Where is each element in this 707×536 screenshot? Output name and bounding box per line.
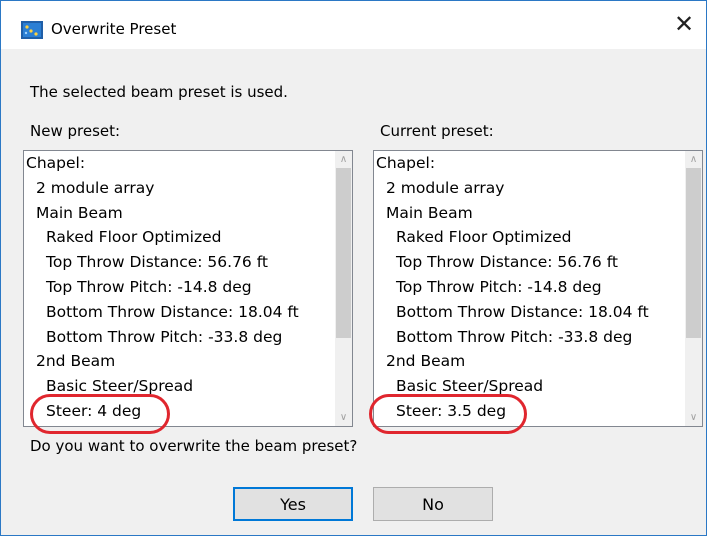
list-item: 2 module array <box>386 178 505 197</box>
scroll-down-icon[interactable]: ∨ <box>335 409 352 426</box>
scroll-up-icon[interactable]: ∧ <box>335 151 352 168</box>
list-item: Top Throw Distance: 56.76 ft <box>396 253 618 272</box>
list-item: Bottom Throw Pitch: -33.8 deg <box>396 327 633 346</box>
scroll-up-icon[interactable]: ∧ <box>685 151 702 168</box>
list-item: Bottom Throw Pitch: -33.8 deg <box>46 327 283 346</box>
no-button[interactable]: No <box>373 487 493 521</box>
list-item: Chapel: <box>26 154 86 172</box>
new-preset-list[interactable]: Chapel: 2 module array Main Beam Raked F… <box>23 150 353 427</box>
list-item: Bottom Throw Distance: 18.04 ft <box>46 302 299 321</box>
list-item: 2 module array <box>36 178 155 197</box>
list-item: Top Throw Distance: 56.76 ft <box>46 253 268 272</box>
list-item: Top Throw Pitch: -14.8 deg <box>396 277 602 296</box>
app-icon <box>21 21 43 39</box>
vertical-scrollbar[interactable]: ∧ ∨ <box>335 151 352 426</box>
list-item: 2nd Beam <box>386 352 466 371</box>
list-item: Raked Floor Optimized <box>46 228 222 247</box>
list-item: Chapel: <box>376 154 436 172</box>
title-bar: Overwrite Preset ✕ <box>1 1 706 49</box>
current-preset-list[interactable]: Chapel: 2 module array Main Beam Raked F… <box>373 150 703 427</box>
scroll-down-icon[interactable]: ∨ <box>685 409 702 426</box>
close-button[interactable]: ✕ <box>662 1 706 47</box>
message-text: The selected beam preset is used. <box>30 83 288 101</box>
list-item: Steer: 3.5 deg <box>396 401 507 420</box>
list-item: Main Beam <box>36 203 123 222</box>
new-preset-label: New preset: <box>30 122 121 140</box>
list-item: Main Beam <box>386 203 473 222</box>
current-preset-label: Current preset: <box>380 122 494 140</box>
list-item: Basic Steer/Spread <box>46 377 194 396</box>
list-item: Basic Steer/Spread <box>396 377 544 396</box>
list-item: Bottom Throw Distance: 18.04 ft <box>396 302 649 321</box>
overwrite-preset-dialog: Overwrite Preset ✕ The selected beam pre… <box>0 0 707 536</box>
list-item: Steer: 4 deg <box>46 401 142 420</box>
yes-button[interactable]: Yes <box>233 487 353 521</box>
list-item: 2nd Beam <box>36 352 116 371</box>
scroll-thumb[interactable] <box>686 168 701 338</box>
list-item: Raked Floor Optimized <box>396 228 572 247</box>
close-icon: ✕ <box>673 10 695 38</box>
vertical-scrollbar[interactable]: ∧ ∨ <box>685 151 702 426</box>
dialog-title: Overwrite Preset <box>51 20 177 38</box>
question-text: Do you want to overwrite the beam preset… <box>30 437 358 455</box>
list-item: Top Throw Pitch: -14.8 deg <box>46 277 252 296</box>
scroll-thumb[interactable] <box>336 168 351 338</box>
